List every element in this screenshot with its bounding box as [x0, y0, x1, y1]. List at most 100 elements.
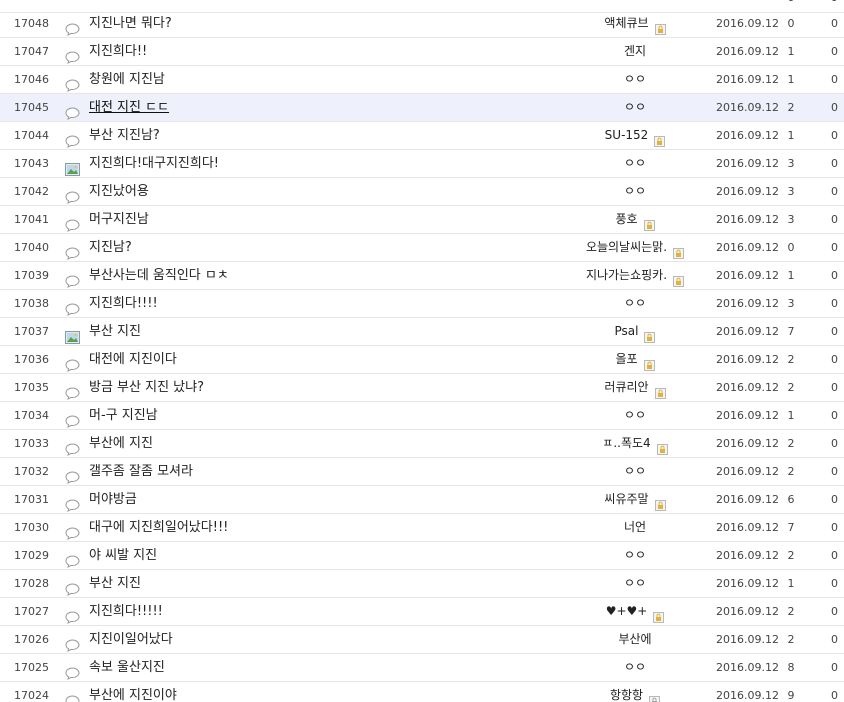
table-row[interactable]: 17042 지진났어용 ㅇㅇ 2016.09.12 3 0: [0, 178, 844, 206]
post-title-link[interactable]: 지진났어용: [89, 178, 149, 205]
writer-cell[interactable]: 러큐리안: [560, 374, 710, 401]
post-title-link[interactable]: 부산에 지진이야: [89, 682, 177, 702]
writer-name[interactable]: ㅇㅇ: [624, 178, 646, 205]
writer-cell[interactable]: ㅇㅇ: [560, 150, 710, 177]
table-row[interactable]: 17031 머야방금 씨유주말 2016.09.12 6 0: [0, 486, 844, 514]
writer-cell[interactable]: 항항항: [560, 682, 710, 702]
post-title-link[interactable]: 대전 지진 ㄷㄷ: [89, 94, 169, 121]
writer-name[interactable]: 오늘의날씨는맑.: [586, 234, 667, 261]
post-title-link[interactable]: 창원에 지진남: [89, 66, 165, 93]
writer-cell[interactable]: ㅇㅇ: [560, 570, 710, 597]
writer-name[interactable]: 항항항: [610, 682, 643, 702]
post-title-link[interactable]: 지진희다!!: [89, 38, 147, 65]
post-title-link[interactable]: 부산 지진남?: [89, 122, 160, 149]
writer-name[interactable]: ㅇㅇ: [624, 402, 646, 429]
writer-name[interactable]: ㅇㅇ: [624, 150, 646, 177]
post-title-link[interactable]: 머-구 지진남: [89, 402, 158, 429]
writer-cell[interactable]: Psal: [560, 318, 710, 345]
writer-cell[interactable]: 너언: [560, 514, 710, 541]
writer-cell[interactable]: 오늘의날씨는맑.: [560, 234, 710, 261]
table-row[interactable]: 17026 지진이일어났다 부산에 2016.09.12 2 0: [0, 626, 844, 654]
post-title-link[interactable]: 야 씨발 지진: [89, 542, 157, 569]
table-row[interactable]: 17038 지진희다!!!! ㅇㅇ 2016.09.12 3 0: [0, 290, 844, 318]
writer-cell[interactable]: ♥+♥+: [560, 598, 710, 625]
table-row[interactable]: 17025 속보 울산지진 ㅇㅇ 2016.09.12 8 0: [0, 654, 844, 682]
writer-name[interactable]: 너언: [624, 514, 646, 541]
writer-name[interactable]: 부산에: [618, 626, 651, 653]
writer-name[interactable]: ㅇㅇ: [624, 94, 646, 121]
writer-cell[interactable]: SU-152: [560, 122, 710, 149]
table-row[interactable]: 17046 창원에 지진남 ㅇㅇ 2016.09.12 1 0: [0, 66, 844, 94]
writer-cell[interactable]: ㅍ..폭도4: [560, 430, 710, 457]
writer-name[interactable]: ㅇㅇ: [624, 66, 646, 93]
writer-cell[interactable]: ㅇㅇ: [560, 402, 710, 429]
post-title-link[interactable]: 머구지진남: [89, 206, 149, 233]
writer-cell[interactable]: 겐지: [560, 38, 710, 65]
writer-name[interactable]: 지나가는쇼핑카.: [586, 262, 667, 289]
post-title-link[interactable]: 머야방금: [89, 486, 137, 513]
writer-cell[interactable]: 부산에: [560, 626, 710, 653]
post-title-link[interactable]: 방금 부산 지진 났냐?: [89, 374, 204, 401]
writer-cell[interactable]: 지나가는쇼핑카.: [560, 262, 710, 289]
writer-name[interactable]: 풍호: [615, 206, 637, 233]
writer-name[interactable]: ㅍ..폭도4: [602, 430, 650, 457]
writer-cell[interactable]: ㅇㅇ: [560, 458, 710, 485]
writer-name[interactable]: Psal: [615, 318, 639, 345]
writer-name[interactable]: ㅇㅇ: [624, 542, 646, 569]
table-row[interactable]: 17027 지진희다!!!!! ♥+♥+ 2016.09.12 2 0: [0, 598, 844, 626]
post-title-link[interactable]: 부산사는데 움직인다 ㅁㅊ: [89, 262, 229, 289]
post-title-link[interactable]: 갤주좀 잘좀 모셔라: [89, 458, 193, 485]
writer-name[interactable]: 씨유주말: [604, 486, 648, 513]
table-row[interactable]: 17037 부산 지진 Psal 2016.09.12 7 0: [0, 318, 844, 346]
table-row[interactable]: 17028 부산 지진 ㅇㅇ 2016.09.12 1 0: [0, 570, 844, 598]
table-row[interactable]: 17041 머구지진남 풍호 2016.09.12 3 0: [0, 206, 844, 234]
post-title-link[interactable]: 지진희다!!!!!: [89, 598, 163, 625]
writer-name[interactable]: ㅇㅇ: [624, 654, 646, 681]
post-title-link[interactable]: 대구에 지진희일어났다!!!: [89, 514, 228, 541]
writer-cell[interactable]: ㅇㅇ: [560, 178, 710, 205]
writer-cell[interactable]: ㅇㅇ: [560, 66, 710, 93]
writer-cell[interactable]: ㅇㅇ: [560, 290, 710, 317]
writer-cell[interactable]: 씨유주말: [560, 486, 710, 513]
writer-cell[interactable]: ㅇㅇ: [560, 94, 710, 121]
post-title-link[interactable]: 속보 울산지진: [89, 654, 165, 681]
writer-name[interactable]: ♥+♥+: [606, 598, 648, 625]
table-row[interactable]: 17044 부산 지진남? SU-152 2016.09.12 1 0: [0, 122, 844, 150]
writer-cell[interactable]: ㅇㅇ: [560, 542, 710, 569]
table-row[interactable]: 17039 부산사는데 움직인다 ㅁㅊ 지나가는쇼핑카. 2016.09.12 1 0: [0, 262, 844, 290]
writer-name[interactable]: 올포: [615, 346, 637, 373]
post-title-link[interactable]: 지진나면 뭐다?: [89, 10, 172, 37]
writer-name[interactable]: 겐지: [624, 38, 646, 65]
post-title-link[interactable]: 부산 지진: [89, 570, 141, 597]
writer-name[interactable]: SU-152: [605, 122, 649, 149]
writer-name[interactable]: ㅇㅇ: [624, 570, 646, 597]
table-row[interactable]: 17047 지진희다!! 겐지 2016.09.12 1 0: [0, 38, 844, 66]
writer-name[interactable]: ㅇㅇ: [624, 458, 646, 485]
table-row[interactable]: 17034 머-구 지진남 ㅇㅇ 2016.09.12 1 0: [0, 402, 844, 430]
table-row[interactable]: 17040 지진남? 오늘의날씨는맑. 2016.09.12 0 0: [0, 234, 844, 262]
table-row[interactable]: 17024 부산에 지진이야 항항항 2016.09.12 9 0: [0, 682, 844, 702]
table-row[interactable]: 17043 지진희다!대구지진희다! ㅇㅇ 2016.09.12 3 0: [0, 150, 844, 178]
table-row[interactable]: 17036 대전에 지진이다 올포 2016.09.12 2 0: [0, 346, 844, 374]
post-title-link[interactable]: 지진희다!!!!: [89, 290, 158, 317]
writer-name[interactable]: 액체큐브: [604, 10, 648, 37]
post-title-link[interactable]: 부산 지진: [89, 318, 141, 345]
table-row[interactable]: 17030 대구에 지진희일어났다!!! 너언 2016.09.12 7 0: [0, 514, 844, 542]
table-row[interactable]: 17029 야 씨발 지진 ㅇㅇ 2016.09.12 2 0: [0, 542, 844, 570]
post-title-link[interactable]: 지진남?: [89, 234, 132, 261]
table-row[interactable]: 17033 부산에 지진 ㅍ..폭도4 2016.09.12 2 0: [0, 430, 844, 458]
table-row[interactable]: 17048 지진나면 뭐다? 액체큐브 2016.09.12 0 0: [0, 10, 844, 38]
table-row[interactable]: 17035 방금 부산 지진 났냐? 러큐리안 2016.09.12 2 0: [0, 374, 844, 402]
table-row[interactable]: 17045 대전 지진 ㄷㄷ ㅇㅇ 2016.09.12 2 0: [0, 94, 844, 122]
writer-name[interactable]: ㅇㅇ: [624, 290, 646, 317]
writer-cell[interactable]: 올포: [560, 346, 710, 373]
post-title-link[interactable]: 지진이일어났다: [89, 626, 173, 653]
writer-name[interactable]: 러큐리안: [604, 374, 648, 401]
post-title-link[interactable]: 부산에 지진: [89, 430, 153, 457]
table-row[interactable]: 17032 갤주좀 잘좀 모셔라 ㅇㅇ 2016.09.12 2 0: [0, 458, 844, 486]
post-title-link[interactable]: 지진희다!대구지진희다!: [89, 150, 219, 177]
writer-cell[interactable]: 액체큐브: [560, 10, 710, 37]
writer-cell[interactable]: ㅇㅇ: [560, 654, 710, 681]
post-title-link[interactable]: 대전에 지진이다: [89, 346, 177, 373]
writer-cell[interactable]: 풍호: [560, 206, 710, 233]
